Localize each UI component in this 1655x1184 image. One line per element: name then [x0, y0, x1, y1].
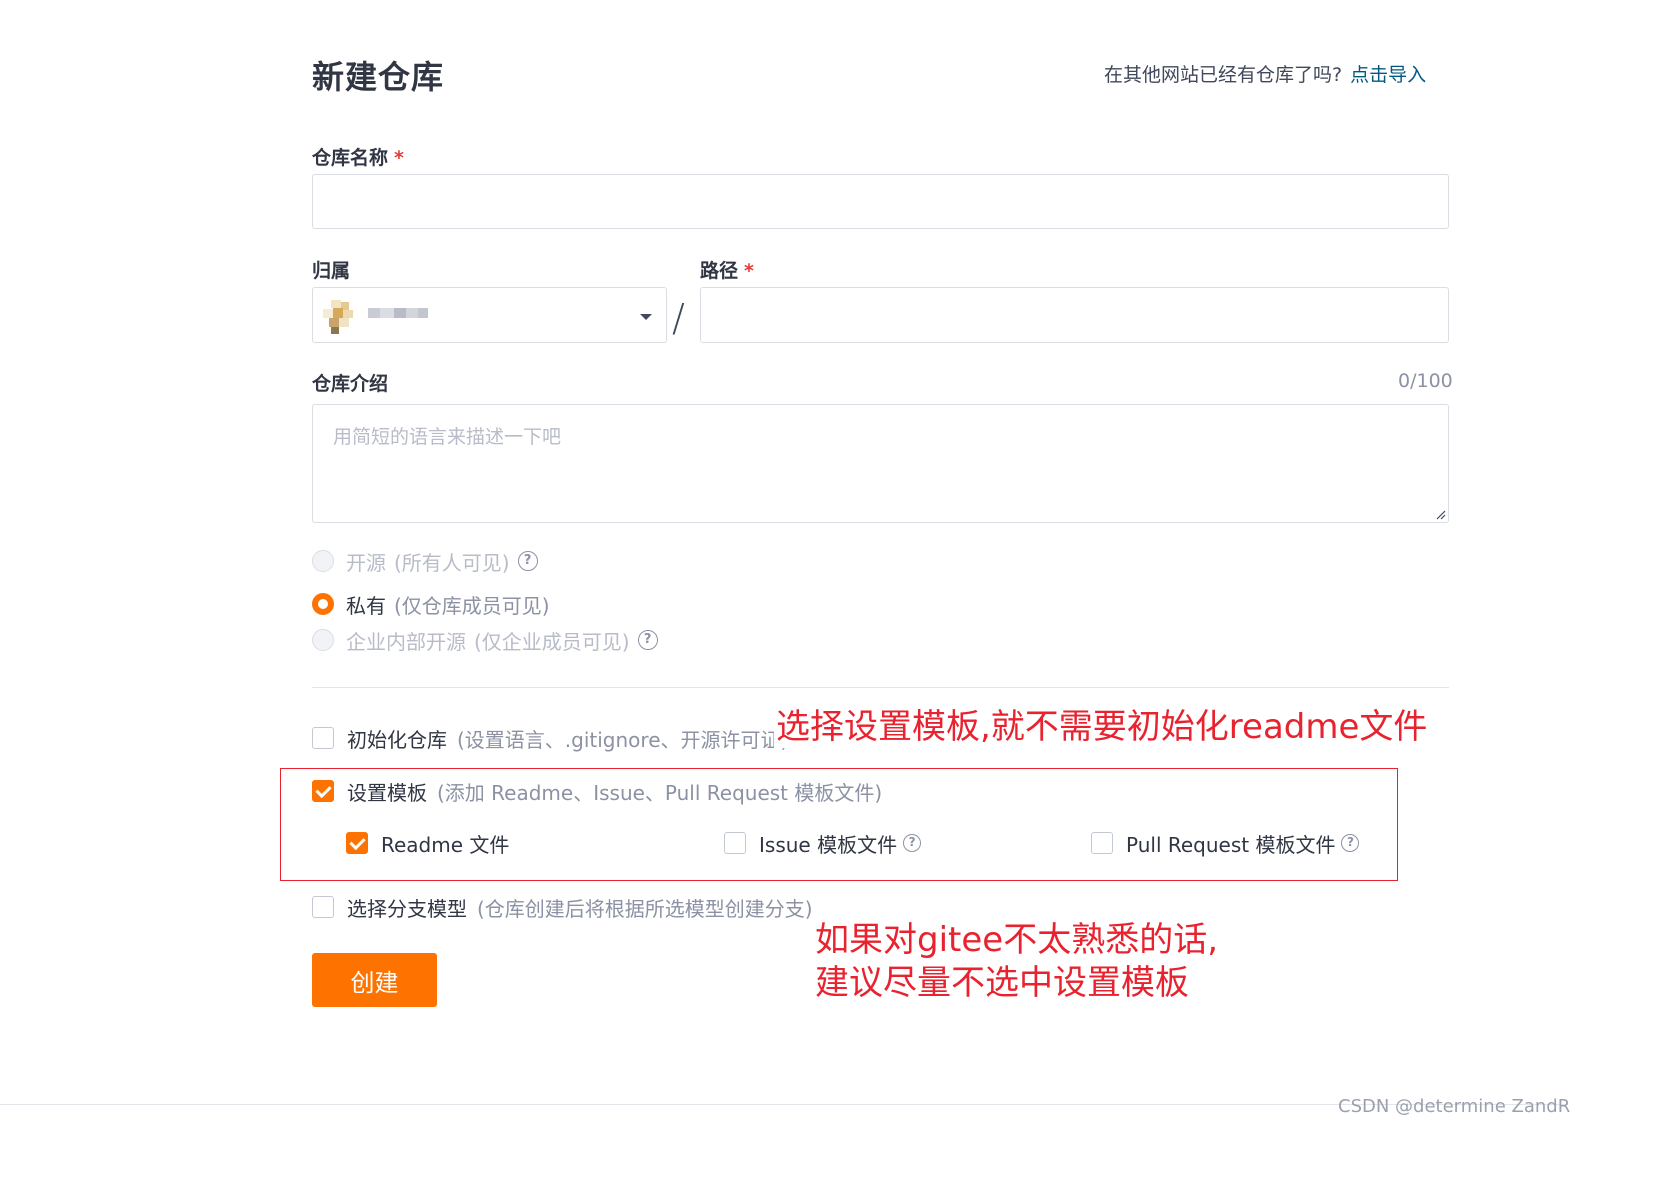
init-repo-label: 初始化仓库: [347, 727, 447, 752]
visibility-public-sub: (所有人可见): [394, 550, 510, 575]
branch-model-checkbox[interactable]: [312, 896, 334, 918]
template-pr-option[interactable]: Pull Request 模板文件 ?: [1091, 829, 1360, 857]
readme-checkbox[interactable]: [346, 832, 368, 854]
question-circle-icon[interactable]: ?: [637, 630, 658, 650]
template-issue-option[interactable]: Issue 模板文件 ?: [724, 829, 922, 857]
watermark: CSDN @determine ZandR: [1338, 1096, 1571, 1117]
import-hint: 在其他网站已经有仓库了吗? 点击导入: [1104, 60, 1426, 87]
owner-select[interactable]: [312, 287, 667, 343]
required-mark: *: [394, 147, 404, 169]
init-repo-sub: (设置语言、.gitignore、开源许可证): [457, 727, 789, 752]
import-link[interactable]: 点击导入: [1350, 64, 1426, 86]
template-option[interactable]: 设置模板 (添加 Readme、Issue、Pull Request 模板文件): [312, 777, 882, 805]
visibility-private-label: 私有: [346, 593, 386, 618]
template-label: 设置模板: [347, 780, 427, 805]
description-textarea[interactable]: 用简短的语言来描述一下吧: [312, 404, 1449, 523]
owner-name: [368, 308, 428, 318]
path-input[interactable]: [700, 287, 1449, 343]
page-title: 新建仓库: [312, 58, 445, 96]
pr-checkbox[interactable]: [1091, 832, 1113, 854]
template-sub: (添加 Readme、Issue、Pull Request 模板文件): [437, 780, 883, 805]
visibility-public-option[interactable]: 开源 (所有人可见) ?: [312, 548, 538, 575]
init-repo-option[interactable]: 初始化仓库 (设置语言、.gitignore、开源许可证): [312, 724, 788, 752]
divider: [312, 687, 1449, 688]
template-checkbox[interactable]: [312, 780, 334, 802]
description-label: 仓库介绍: [312, 373, 389, 395]
readme-label: Readme 文件: [381, 832, 510, 857]
required-mark: *: [744, 260, 754, 282]
footer-divider: [0, 1104, 1568, 1105]
radio-enterprise[interactable]: [312, 629, 334, 651]
create-button[interactable]: 创建: [312, 953, 437, 1007]
repo-name-label: 仓库名称 *: [312, 143, 404, 170]
branch-model-label: 选择分支模型: [347, 896, 467, 921]
visibility-public-label: 开源: [346, 550, 386, 575]
annotation-template-note: 选择设置模板,就不需要初始化readme文件: [774, 706, 1428, 748]
annotation-advice-line1: 如果对gitee不太熟悉的话,: [815, 920, 1219, 960]
repo-name-input[interactable]: [312, 174, 1449, 229]
path-label: 路径 *: [700, 256, 754, 283]
radio-private[interactable]: [312, 593, 334, 615]
branch-model-option[interactable]: 选择分支模型 (仓库创建后将根据所选模型创建分支): [312, 893, 813, 921]
owner-avatar: [323, 300, 363, 334]
question-circle-icon[interactable]: ?: [517, 551, 538, 571]
visibility-enterprise-sub: (仅企业成员可见): [474, 629, 630, 654]
description-counter: 0/100: [1398, 370, 1453, 392]
issue-checkbox[interactable]: [724, 832, 746, 854]
visibility-private-sub: (仅仓库成员可见): [394, 593, 550, 618]
visibility-private-option[interactable]: 私有 (仅仓库成员可见): [312, 591, 550, 618]
init-repo-checkbox[interactable]: [312, 727, 334, 749]
question-circle-icon[interactable]: ?: [903, 834, 922, 852]
caret-down-icon: [640, 314, 652, 320]
radio-public[interactable]: [312, 550, 334, 572]
branch-model-sub: (仓库创建后将根据所选模型创建分支): [477, 896, 813, 921]
visibility-enterprise-option[interactable]: 企业内部开源 (仅企业成员可见) ?: [312, 627, 658, 654]
path-label-text: 路径: [700, 260, 739, 282]
owner-label: 归属: [312, 260, 351, 282]
description-placeholder: 用简短的语言来描述一下吧: [333, 426, 562, 448]
visibility-enterprise-label: 企业内部开源: [346, 629, 466, 654]
template-readme-option[interactable]: Readme 文件: [346, 829, 509, 857]
repo-name-label-text: 仓库名称: [312, 147, 389, 169]
question-circle-icon[interactable]: ?: [1341, 834, 1360, 852]
pr-label: Pull Request 模板文件: [1126, 832, 1336, 857]
path-separator: /: [672, 296, 685, 340]
issue-label: Issue 模板文件: [759, 832, 898, 857]
resize-grip-icon[interactable]: [1434, 508, 1446, 520]
annotation-advice-line2: 建议尽量不选中设置模板: [815, 963, 1189, 1003]
import-hint-text: 在其他网站已经有仓库了吗?: [1104, 64, 1343, 86]
